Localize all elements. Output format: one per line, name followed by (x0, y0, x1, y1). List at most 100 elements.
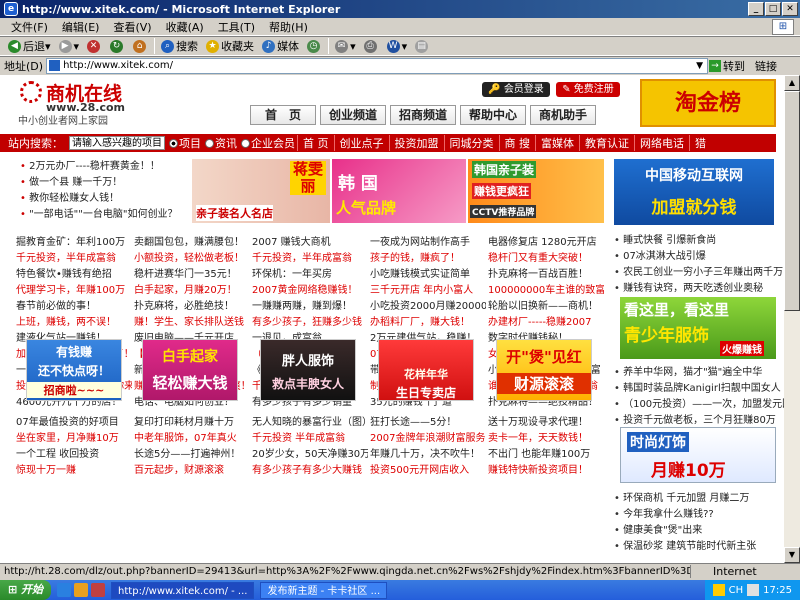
link-item[interactable]: 20岁少女，50天净赚30万 (252, 445, 368, 461)
link-item[interactable]: 一个工程 收回投资 (16, 445, 132, 461)
link-item[interactable]: 一夜成为网站制作高手 (370, 233, 486, 249)
link-item[interactable]: 上班，赚钱，两不误！ (16, 313, 132, 329)
scroll-down-button[interactable]: ▼ (784, 547, 800, 563)
link-item[interactable]: 特色餐饮•赚钱有绝招 (16, 265, 132, 281)
list-item[interactable]: 环保商机 千元加盟 月赚二万 (614, 489, 780, 505)
list-item[interactable]: 做一个县 赚一千万！ (20, 173, 190, 189)
app-quicklaunch-icon[interactable] (91, 583, 106, 597)
nav-franchise[interactable]: 招商频道 (390, 105, 456, 125)
link-item[interactable]: 有多少孩子，狂赚多少钱 (252, 313, 368, 329)
list-item[interactable]: 07冰淇淋大战引爆 (614, 247, 780, 263)
link-item[interactable]: 中老年服饰，07年真火 (134, 429, 250, 445)
link-item[interactable]: 2007金牌年浪潮财富服务 (370, 429, 486, 445)
category-link[interactable]: 同城分类 (443, 135, 499, 151)
link-item[interactable]: 狂打长途——5分！ (370, 413, 486, 429)
search-button[interactable]: ⌕ 搜索 (157, 37, 202, 55)
nav-startup[interactable]: 创业频道 (320, 105, 386, 125)
link-item[interactable]: 轮胎以旧换新——商机！ (488, 297, 604, 313)
link-item[interactable]: 不出门 也能年赚100万 (488, 445, 604, 461)
maximize-button[interactable]: □ (765, 2, 781, 16)
link-item[interactable]: 赚！学生、家长排队送钱 (134, 313, 250, 329)
link-item[interactable]: 投资500元开网店收入 (370, 461, 486, 477)
ime-indicator[interactable]: CH (729, 585, 744, 596)
discuss-button[interactable]: ▤ (411, 37, 434, 55)
list-item[interactable]: 保温砂浆 建筑节能时代新主张 (614, 537, 780, 553)
history-button[interactable]: ◷ (303, 37, 326, 55)
link-item[interactable]: 扑克麻将一百战百胜！ (488, 265, 604, 281)
link-item[interactable]: 2007 赚钱大商机 (252, 233, 368, 249)
category-link[interactable]: 富媒体 (535, 135, 579, 151)
radio-news[interactable]: 资讯 (205, 135, 237, 151)
stop-button[interactable]: ✕ (83, 37, 106, 55)
link-item[interactable]: 白手起家，月赚20万！ (134, 281, 250, 297)
media-button[interactable]: ♪ 媒体 (258, 37, 303, 55)
link-item[interactable]: 百元起步，财源滚滚 (134, 461, 250, 477)
address-input[interactable]: http://www.xitek.com/ (46, 57, 709, 74)
link-item[interactable]: 稳杆进赛华门一35元！ (134, 265, 250, 281)
vertical-scrollbar[interactable]: ▲ ▼ (784, 75, 800, 563)
go-button[interactable]: → 转到 (708, 58, 745, 74)
radio-member[interactable]: 企业会员 (241, 135, 295, 151)
link-item[interactable]: 赚钱特快新投资项目！ (488, 461, 604, 477)
link-item[interactable]: 掘教育金矿：年利100万 (16, 233, 132, 249)
menu-file[interactable]: 文件(F) (4, 19, 55, 35)
folder-quicklaunch-icon[interactable] (74, 583, 89, 597)
link-item[interactable]: 稳杆门又有重大突破！ (488, 249, 604, 265)
link-item[interactable]: 孩子的钱，赚疯了！ (370, 249, 486, 265)
links-button[interactable]: 链接 (755, 58, 777, 74)
link-item[interactable]: 卖翻国包包，赚满腰包！ (134, 233, 250, 249)
nav-help[interactable]: 帮助中心 (460, 105, 526, 125)
link-item[interactable]: 07年最值投资的好项目 (16, 413, 132, 429)
list-item[interactable]: 2万元办厂----稳杆赛黄金！！ (20, 157, 190, 173)
home-button[interactable]: ⌂ (129, 37, 152, 55)
link-item[interactable]: 小吃投资2000月赚20000 (370, 297, 486, 313)
ad-tile-4[interactable]: 花样年华 生日专卖店 (378, 339, 474, 401)
forward-button[interactable]: ▶ ▾ (55, 37, 84, 55)
list-item[interactable]: 教你轻松赚女人钱！ (20, 189, 190, 205)
banner-mobile-internet[interactable]: 中国移动互联网 加盟就分钱 (614, 159, 774, 225)
link-item[interactable]: 小吃赚钱模式实证简单 (370, 265, 486, 281)
taskbar-item-forum[interactable]: 发布新主题 - 卡卡社区 ... (260, 581, 388, 599)
category-link[interactable]: 商 搜 (498, 135, 536, 151)
taskbar-item-ie[interactable]: http://www.xitek.com/ - ... (111, 581, 255, 599)
link-item[interactable]: 复印打印耗材月赚十万 (134, 413, 250, 429)
scroll-up-button[interactable]: ▲ (784, 75, 800, 91)
edit-button[interactable]: W ▾ (383, 37, 412, 55)
site-search-input[interactable]: 请输入感兴趣的项目 (69, 136, 165, 150)
link-item[interactable]: 有多少孩子有多少大赚钱 (252, 461, 368, 477)
menu-edit[interactable]: 编辑(E) (55, 19, 107, 35)
category-link[interactable]: 投资加盟 (388, 135, 444, 151)
list-item[interactable]: 今年我拿什么赚钱?? (614, 505, 780, 521)
link-item[interactable]: 卖卡一年，天天数钱！ (488, 429, 604, 445)
nav-assistant[interactable]: 商机助手 (530, 105, 596, 125)
free-register-button[interactable]: ✎ 免费注册 (556, 82, 620, 97)
ad-tile-1[interactable]: 有钱赚 还不快点呀！ 招商啦~~~ (26, 339, 122, 401)
banner-jiangwenli[interactable]: 蒋雯丽 亲子装名人名店 (192, 159, 330, 223)
category-link[interactable]: 教育认证 (579, 135, 634, 151)
scroll-thumb[interactable] (784, 91, 800, 311)
link-item[interactable]: 长途5分——打遍神州！ (134, 445, 250, 461)
link-item[interactable]: 一赚赚两赚，赚到爆！ (252, 297, 368, 313)
link-item[interactable]: 三千元开店 年内小富人 (370, 281, 486, 297)
banner-korean-brand[interactable]: 韩 国 人气品牌 (332, 159, 466, 223)
link-item[interactable]: 2007黄金网络稳赚钱！ (252, 281, 368, 297)
back-button[interactable]: ◀ 后退 ▾ (4, 37, 55, 55)
list-item[interactable]: 健康美食"煲"出来 (614, 521, 780, 537)
list-item[interactable]: 农民工创业一穷小子三年赚出两千万 (614, 263, 783, 279)
list-item[interactable]: 韩国时装品牌Kanigirl扫靓中国女人 (614, 379, 781, 395)
ad-tile-3[interactable]: 胖人服饰 救点丰腴女人 (260, 339, 356, 401)
link-item[interactable]: 代理学习卡，年赚100万 (16, 281, 132, 297)
link-item[interactable]: 100000000车主谁的致富 (488, 281, 604, 297)
tray-icon[interactable] (747, 584, 760, 596)
menu-view[interactable]: 查看(V) (106, 19, 158, 35)
link-item[interactable]: 环保机：一年买房 (252, 265, 368, 281)
ie-quicklaunch-icon[interactable] (57, 583, 72, 597)
link-item[interactable]: 办稻料厂厂，赚大钱！ (370, 313, 486, 329)
link-item[interactable]: 千元投资，半年成富翁 (16, 249, 132, 265)
category-link[interactable]: 网络电话 (634, 135, 689, 151)
category-link[interactable]: 首 页 (297, 135, 334, 151)
link-item[interactable]: 送十万现设寻求代理！ (488, 413, 604, 429)
link-item[interactable]: 千元投资，半年成富翁 (252, 249, 368, 265)
link-item[interactable]: 惊现十万一赚 (16, 461, 132, 477)
banner-korean-kids[interactable]: 韩国亲子装 赚钱更疯狂 CCTV推荐品牌 (468, 159, 604, 223)
